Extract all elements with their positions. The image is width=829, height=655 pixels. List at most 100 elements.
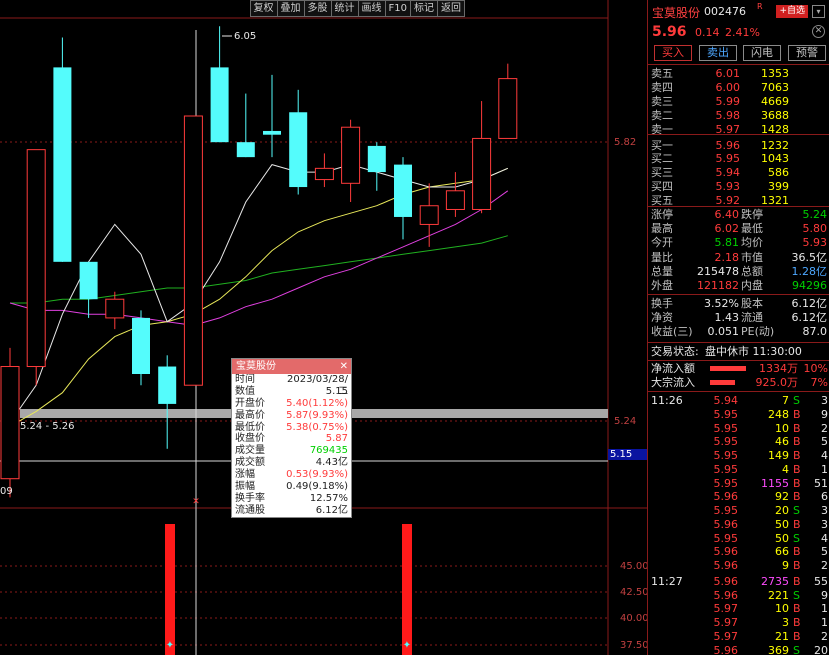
tick-row: 5.95 248 B 9 [648, 408, 829, 421]
tooltip-value: 12.57% [309, 492, 348, 504]
last-price: 5.96 [652, 24, 687, 40]
tick-time: 11:26 [651, 394, 683, 407]
tick-row: 5.95 1155 B 51 [648, 477, 829, 490]
margin-badge: R [757, 2, 763, 11]
stat-value: 3.52% [704, 297, 739, 310]
chart-toolbar: 复权 叠加 多股 统计 画线 F10 标记 返回 [249, 0, 465, 17]
stat-row: 净资 1.43 流通 6.12亿 [648, 311, 829, 324]
stat-value: 87.0 [802, 325, 828, 339]
tick-row: 5.95 46 B 5 [648, 435, 829, 448]
fund-flow-row: 净流入额 1334万 10% [648, 362, 829, 375]
bid-row[interactable]: 买四 5.93 399 [648, 180, 829, 193]
candle-body [498, 78, 518, 139]
tick-direction: B [793, 602, 801, 616]
toolbar-fuquan-button[interactable]: 复权 [249, 0, 278, 17]
tick-volume: 92 [775, 490, 789, 504]
tick-count: 9 [821, 407, 828, 421]
bid-row[interactable]: 买三 5.94 586 [648, 166, 829, 179]
stat-label: 总额 [741, 264, 763, 278]
level-volume: 1232 [761, 138, 789, 152]
tooltip-value: 2023/03/28/二 [286, 374, 348, 397]
stat-label: 总量 [651, 264, 673, 278]
stat-label: 股本 [741, 297, 763, 310]
tick-price: 5.96 [713, 517, 739, 531]
fund-flow-row: 大宗流入 925.0万 7% [648, 376, 829, 389]
volume-axis-label: 37.50 [620, 640, 649, 651]
stat-value: 5.81 [714, 236, 740, 250]
tick-row: 5.96 9 B 2 [648, 559, 829, 572]
volume-axis-label: 45.00 [620, 561, 649, 572]
buy-button[interactable]: 买入 [654, 45, 692, 61]
tick-direction: B [793, 629, 801, 643]
tick-price: 5.96 [713, 643, 739, 655]
stat-label: 涨停 [651, 208, 673, 221]
level-volume: 4669 [761, 94, 789, 108]
toolbar-multi-button[interactable]: 多股 [303, 0, 332, 17]
tooltip-value: 0.49(9.18%) [286, 481, 348, 493]
toolbar-mark-button[interactable]: 标记 [410, 0, 438, 17]
stat-value: 94296 [792, 279, 827, 292]
stat-label: 净资 [651, 311, 673, 325]
tick-row: 5.95 10 B 2 [648, 422, 829, 435]
tick-count: 51 [814, 476, 828, 490]
tooltip-value: 5.40(1.12%) [286, 397, 348, 409]
toolbar-overlay-button[interactable]: 叠加 [276, 0, 305, 17]
bid-row[interactable]: 买二 5.95 1043 [648, 152, 829, 165]
stat-value: 5.24 [802, 208, 828, 221]
kline-chart[interactable]: ✦ ✦ ✕ [0, 0, 647, 655]
tick-count: 6 [821, 490, 828, 504]
price-axis-label: 5.24 [614, 416, 637, 427]
stat-label: 市值 [741, 250, 763, 264]
crosshair-price-label: 5.15 [608, 449, 647, 460]
ask-row[interactable]: 卖二 5.98 3688 [648, 109, 829, 122]
tooltip-key: 换手率 [235, 492, 265, 504]
flow-label: 净流入额 [651, 362, 695, 375]
alert-button[interactable]: 预警 [788, 45, 826, 61]
ask-row[interactable]: 卖三 5.99 4669 [648, 95, 829, 108]
flash-trade-button[interactable]: 闪电 [743, 45, 781, 61]
toolbar-f10-button[interactable]: F10 [384, 0, 411, 17]
kline-chart-area[interactable]: ✦ ✦ ✕ 复权 叠加 多股 统计 画线 F10 标记 返回 5.82 5.24 5… [0, 0, 649, 655]
tick-count: 2 [821, 421, 828, 435]
stat-value: 0.051 [707, 325, 740, 339]
tick-row: 5.96 221 S 9 [648, 589, 829, 602]
tick-volume: 50 [775, 531, 789, 545]
toolbar-draw-button[interactable]: 画线 [357, 0, 386, 17]
flow-bar [710, 380, 735, 385]
sell-button[interactable]: 卖出 [699, 45, 737, 61]
tick-price: 5.97 [713, 602, 739, 616]
close-icon[interactable]: ✕ [340, 359, 348, 374]
tick-direction: B [793, 574, 801, 588]
tooltip-row: 换手率 12.57% [232, 493, 351, 505]
candle-body [263, 130, 281, 135]
tick-price: 5.95 [713, 476, 739, 490]
stat-value: 36.5亿 [791, 250, 828, 264]
add-watchlist-button[interactable]: +自选 [776, 5, 808, 18]
tick-price: 5.96 [713, 490, 739, 504]
ask-row[interactable]: 卖四 6.00 7063 [648, 81, 829, 94]
candle-body [26, 149, 46, 368]
chevron-down-icon[interactable]: ▾ [812, 5, 825, 18]
close-icon[interactable]: ✕ [812, 25, 825, 38]
tooltip-row: 成交量 769435 [232, 445, 351, 457]
tick-price: 5.94 [713, 394, 739, 407]
candle-body [210, 67, 229, 143]
stat-value: 6.02 [714, 222, 740, 236]
toolbar-stats-button[interactable]: 统计 [330, 0, 359, 17]
tooltip-row: 时间 2023/03/28/二 [232, 374, 351, 397]
tick-direction: B [793, 517, 801, 531]
toolbar-back-button[interactable]: 返回 [437, 0, 465, 17]
level-price: 5.94 [715, 166, 741, 180]
tooltip-key: 流通股 [235, 504, 265, 516]
bid-row[interactable]: 买一 5.96 1232 [648, 139, 829, 152]
tooltip-row: 最高价 5.87(9.93%) [232, 410, 351, 422]
status-label: 交易状态: [651, 345, 699, 358]
tooltip-row: 成交额 4.43亿 [232, 457, 351, 469]
tooltip-value: 6.12亿 [315, 504, 348, 516]
signal-bar [165, 524, 175, 655]
level-volume: 1353 [761, 67, 789, 80]
ask-row[interactable]: 卖五 6.01 1353 [648, 67, 829, 80]
tick-count: 3 [821, 504, 828, 517]
tick-row: 5.96 92 B 6 [648, 490, 829, 503]
tooltip-value: 4.43亿 [315, 457, 348, 469]
